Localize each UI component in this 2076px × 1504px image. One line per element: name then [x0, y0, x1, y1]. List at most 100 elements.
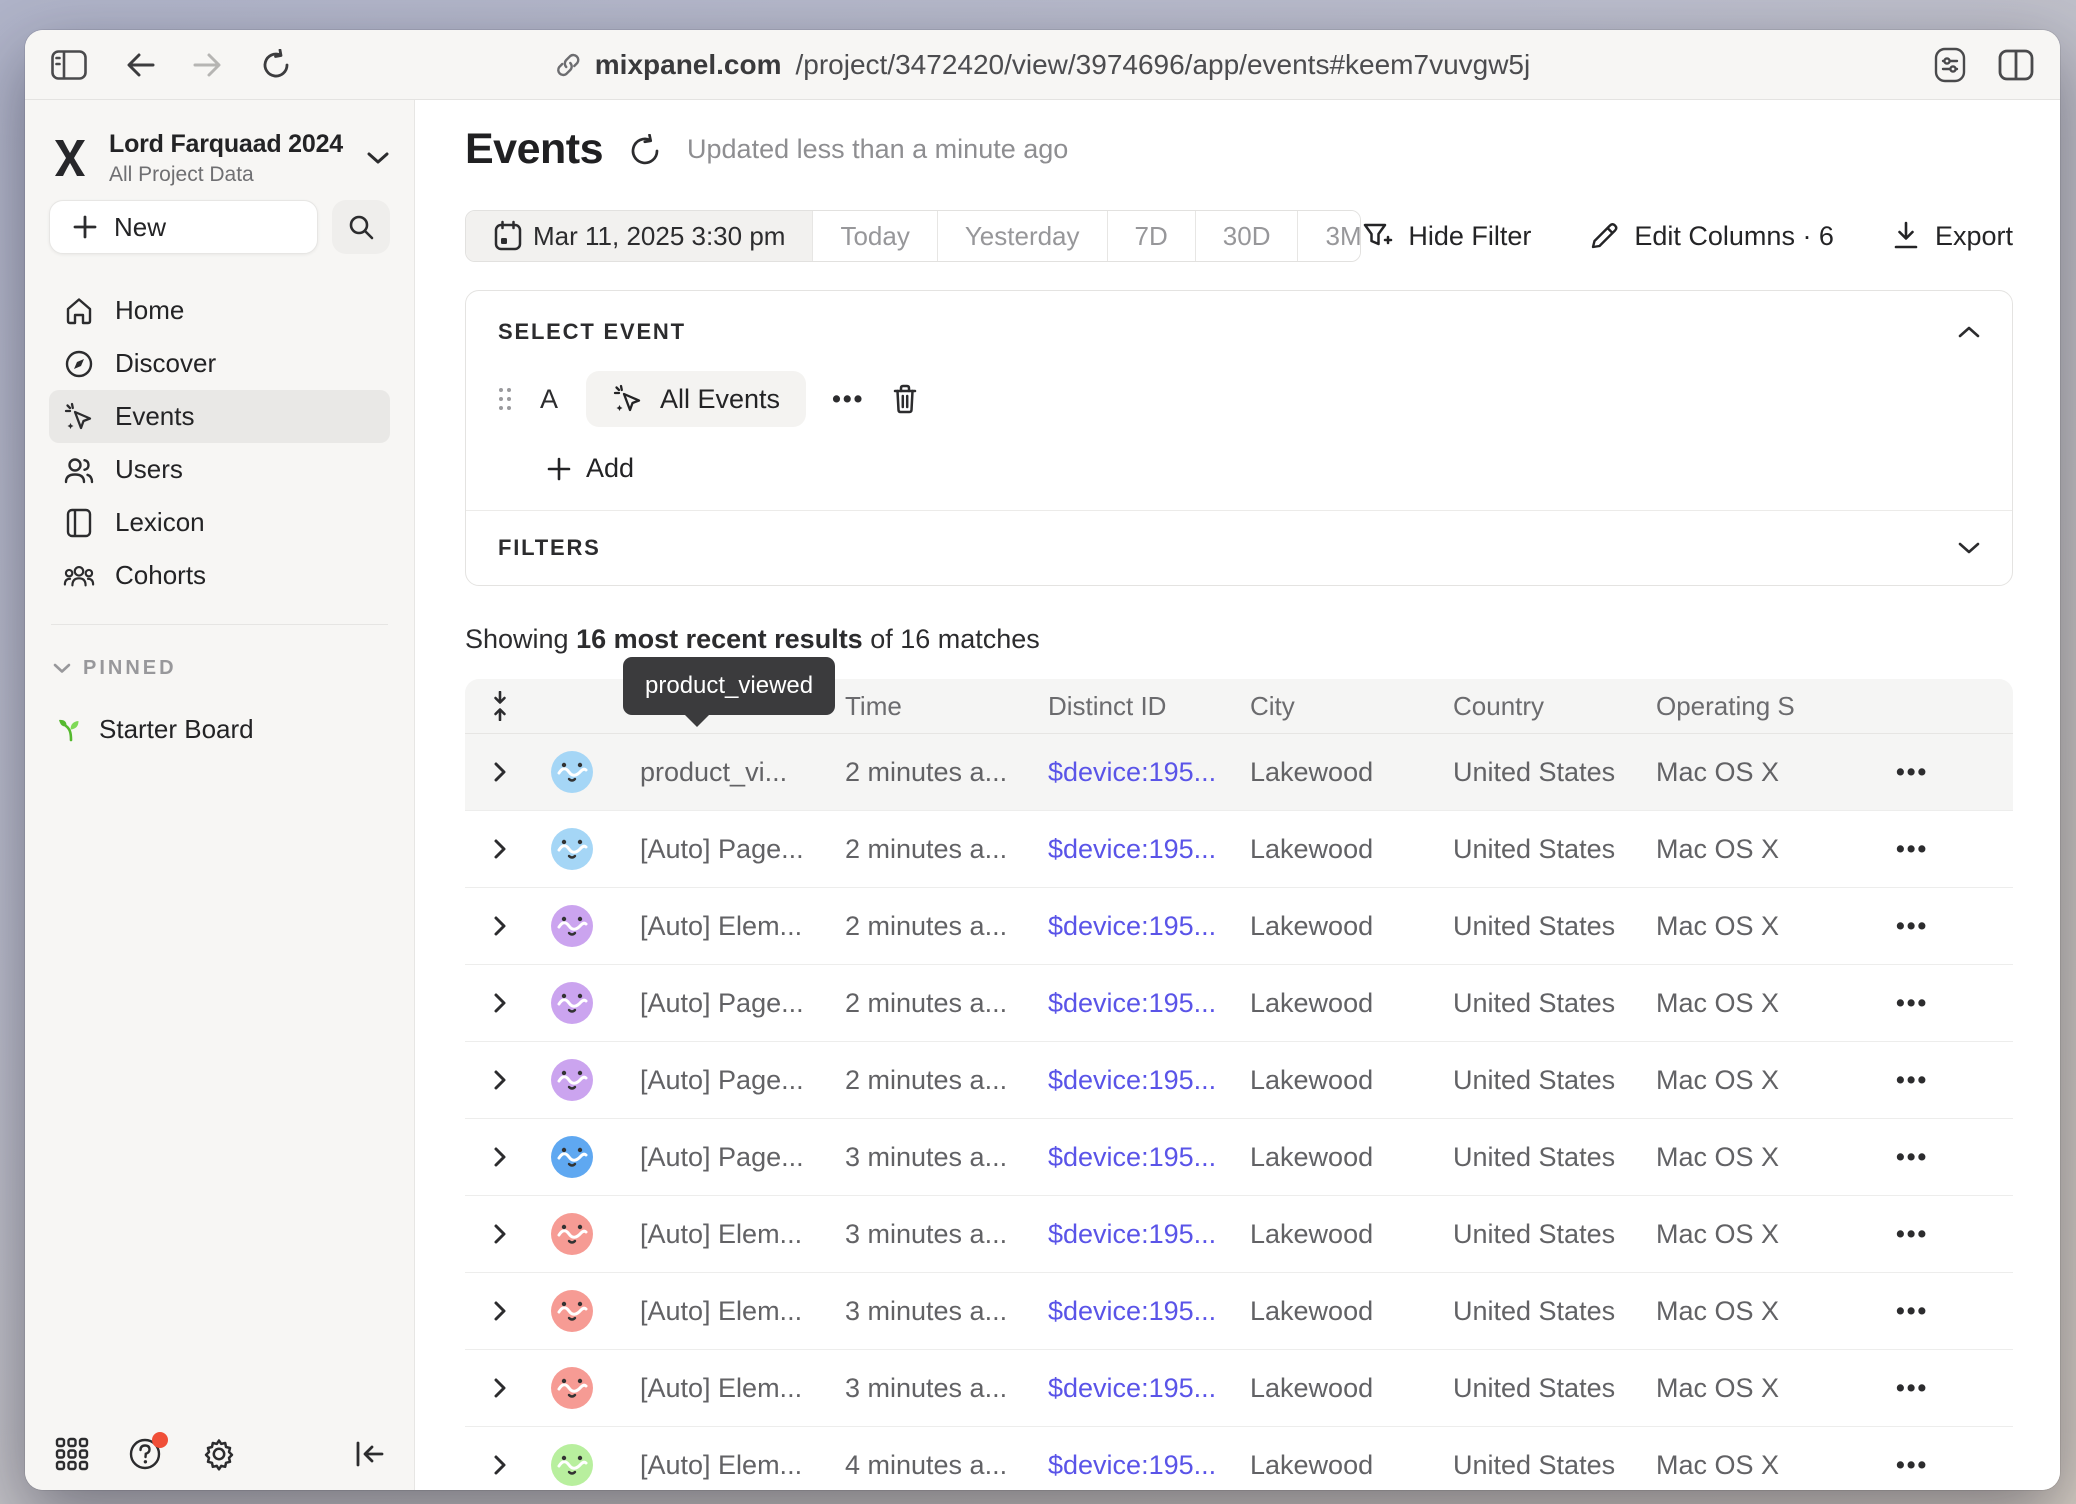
- collapse-all-icon[interactable]: [489, 691, 511, 721]
- table-row[interactable]: [Auto] Page...2 minutes a...$device:195.…: [465, 811, 2013, 888]
- cell-country: United States: [1453, 834, 1656, 865]
- sidebar: Lord Farquaad 2024 All Project Data New: [25, 100, 415, 1490]
- col-os: Operating S: [1656, 691, 1886, 722]
- cell-distinct-id[interactable]: $device:195...: [1048, 1142, 1250, 1173]
- split-view-icon[interactable]: [1998, 49, 2034, 81]
- link-icon: [555, 52, 581, 78]
- expand-row-icon[interactable]: [492, 1299, 508, 1323]
- table-row[interactable]: [Auto] Elem...4 minutes a...$device:195.…: [465, 1427, 2013, 1490]
- cell-distinct-id[interactable]: $device:195...: [1048, 1373, 1250, 1404]
- row-more-button[interactable]: •••: [1886, 758, 1928, 787]
- project-switcher[interactable]: Lord Farquaad 2024 All Project Data: [49, 126, 390, 190]
- cell-distinct-id[interactable]: $device:195...: [1048, 988, 1250, 1019]
- cell-distinct-id[interactable]: $device:195...: [1048, 1065, 1250, 1096]
- event-more-button[interactable]: •••: [832, 385, 864, 414]
- settings-gear-icon[interactable]: [201, 1436, 237, 1472]
- address-bar[interactable]: mixpanel.com/project/3472420/view/397469…: [555, 49, 1530, 81]
- cell-distinct-id[interactable]: $device:195...: [1048, 1450, 1250, 1481]
- sidebar-item-starter-board[interactable]: Starter Board: [49, 707, 390, 751]
- event-avatar: [551, 751, 593, 793]
- cell-distinct-id[interactable]: $device:195...: [1048, 834, 1250, 865]
- row-more-button[interactable]: •••: [1886, 912, 1928, 941]
- range-7d[interactable]: 7D: [1107, 211, 1195, 261]
- row-more-button[interactable]: •••: [1886, 1066, 1928, 1095]
- event-avatar: [551, 1059, 593, 1101]
- page-title: Events: [465, 125, 603, 174]
- apps-grid-icon[interactable]: [55, 1437, 89, 1471]
- range-today[interactable]: Today: [812, 211, 936, 261]
- expand-row-icon[interactable]: [492, 991, 508, 1015]
- expand-row-icon[interactable]: [492, 1145, 508, 1169]
- table-row[interactable]: [Auto] Page...3 minutes a...$device:195.…: [465, 1119, 2013, 1196]
- row-more-button[interactable]: •••: [1886, 1451, 1928, 1480]
- plus-icon: [546, 456, 572, 482]
- expand-row-icon[interactable]: [492, 760, 508, 784]
- table-row[interactable]: [Auto] Elem...3 minutes a...$device:195.…: [465, 1350, 2013, 1427]
- row-more-button[interactable]: •••: [1886, 1374, 1928, 1403]
- cell-event-name: [Auto] Elem...: [640, 1373, 845, 1404]
- cell-os: Mac OS X: [1656, 1296, 1886, 1327]
- forward-icon[interactable]: [193, 51, 223, 79]
- drag-handle-icon[interactable]: [498, 387, 512, 411]
- export-button[interactable]: Export: [1892, 221, 2013, 252]
- cell-distinct-id[interactable]: $device:195...: [1048, 757, 1250, 788]
- table-row[interactable]: [Auto] Page...2 minutes a...$device:195.…: [465, 965, 2013, 1042]
- sidebar-item-discover[interactable]: Discover: [49, 337, 390, 390]
- sidebar-item-label: Lexicon: [115, 507, 205, 538]
- add-event-button[interactable]: Add: [546, 453, 634, 484]
- expand-row-icon[interactable]: [492, 914, 508, 938]
- collapse-section-icon[interactable]: [1958, 325, 1980, 339]
- new-button[interactable]: New: [49, 200, 318, 254]
- search-button[interactable]: [332, 200, 390, 254]
- sidebar-item-events[interactable]: Events: [49, 390, 390, 443]
- cell-distinct-id[interactable]: $device:195...: [1048, 1219, 1250, 1250]
- sidebar-item-cohorts[interactable]: Cohorts: [49, 549, 390, 602]
- refresh-icon[interactable]: [629, 134, 661, 168]
- row-more-button[interactable]: •••: [1886, 989, 1928, 1018]
- hide-filter-button[interactable]: Hide Filter: [1361, 220, 1531, 252]
- events-table-body: product_vi...2 minutes a...$device:195..…: [465, 734, 2013, 1490]
- page-settings-icon[interactable]: [1932, 47, 1968, 83]
- cell-city: Lakewood: [1250, 834, 1453, 865]
- sidebar-item-home[interactable]: Home: [49, 284, 390, 337]
- row-more-button[interactable]: •••: [1886, 835, 1928, 864]
- date-range-picker[interactable]: Mar 11, 2025 3:30 pm: [466, 211, 812, 261]
- table-row[interactable]: [Auto] Elem...2 minutes a...$device:195.…: [465, 888, 2013, 965]
- table-row[interactable]: [Auto] Elem...3 minutes a...$device:195.…: [465, 1196, 2013, 1273]
- table-row[interactable]: [Auto] Elem...3 minutes a...$device:195.…: [465, 1273, 2013, 1350]
- sprout-icon: [57, 715, 85, 743]
- delete-event-icon[interactable]: [890, 383, 920, 415]
- row-more-button[interactable]: •••: [1886, 1143, 1928, 1172]
- browser-sidebar-toggle-icon[interactable]: [51, 50, 87, 80]
- range-30d[interactable]: 30D: [1195, 211, 1298, 261]
- back-icon[interactable]: [125, 51, 155, 79]
- edit-columns-button[interactable]: Edit Columns · 6: [1589, 221, 1834, 252]
- expand-row-icon[interactable]: [492, 1222, 508, 1246]
- expand-row-icon[interactable]: [492, 837, 508, 861]
- cell-distinct-id[interactable]: $device:195...: [1048, 911, 1250, 942]
- event-avatar: [551, 1136, 593, 1178]
- collapse-sidebar-icon[interactable]: [354, 1440, 384, 1468]
- reload-icon[interactable]: [261, 49, 291, 81]
- sidebar-item-users[interactable]: Users: [49, 443, 390, 496]
- expand-section-icon[interactable]: [1958, 541, 1980, 555]
- cell-country: United States: [1453, 988, 1656, 1019]
- expand-row-icon[interactable]: [492, 1068, 508, 1092]
- expand-row-icon[interactable]: [492, 1453, 508, 1477]
- table-row[interactable]: [Auto] Page...2 minutes a...$device:195.…: [465, 1042, 2013, 1119]
- event-selector[interactable]: All Events: [586, 371, 806, 427]
- event-avatar: [551, 1290, 593, 1332]
- pinned-section-toggle[interactable]: PINNED: [49, 651, 390, 685]
- cell-distinct-id[interactable]: $device:195...: [1048, 1296, 1250, 1327]
- expand-row-icon[interactable]: [492, 1376, 508, 1400]
- range-3m[interactable]: 3M: [1297, 211, 1361, 261]
- sidebar-item-lexicon[interactable]: Lexicon: [49, 496, 390, 549]
- table-row[interactable]: product_vi...2 minutes a...$device:195..…: [465, 734, 2013, 811]
- row-more-button[interactable]: •••: [1886, 1220, 1928, 1249]
- results-summary: Showing 16 most recent results of 16 mat…: [465, 624, 2013, 655]
- calendar-icon: [493, 220, 523, 252]
- event-selector-label: All Events: [660, 384, 780, 415]
- range-yesterday[interactable]: Yesterday: [937, 211, 1107, 261]
- sidebar-item-label: Discover: [115, 348, 216, 379]
- row-more-button[interactable]: •••: [1886, 1297, 1928, 1326]
